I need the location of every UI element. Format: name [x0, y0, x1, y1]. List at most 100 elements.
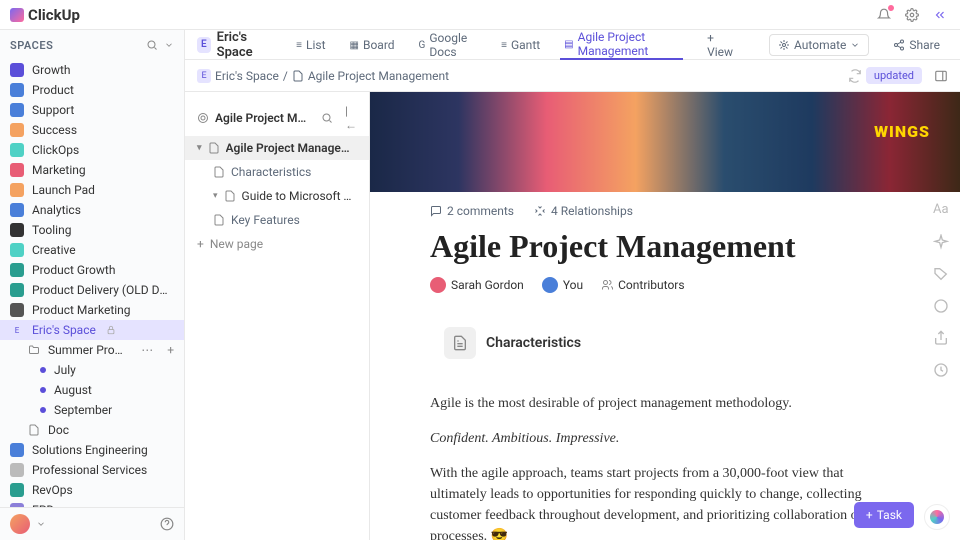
space-icon [10, 303, 24, 317]
tab-label: + View [707, 31, 733, 59]
cover-image[interactable] [370, 92, 960, 192]
page-icon [224, 190, 236, 202]
doc-tree-item[interactable]: Characteristics [185, 160, 369, 184]
sidebar-item[interactable]: Support [0, 100, 184, 120]
sidebar-item-label: Eric's Space [32, 323, 96, 337]
space-icon [10, 483, 24, 497]
sidebar-item[interactable]: Tooling [0, 220, 184, 240]
sidebar-item-erics-space[interactable]: E Eric's Space [0, 320, 184, 340]
share-button[interactable]: Share [885, 35, 948, 55]
sidebar-item[interactable]: Product Marketing [0, 300, 184, 320]
share-icon[interactable] [933, 330, 951, 348]
doc-paragraph[interactable]: Agile is the most desirable of project m… [430, 393, 900, 414]
chevron-down-icon[interactable] [36, 519, 46, 529]
sidebar-search-icon[interactable] [146, 39, 158, 51]
space-icon [10, 443, 24, 457]
doc-title[interactable]: Agile Project Management [430, 228, 900, 265]
list-label: September [54, 403, 112, 417]
sidebar-list-item[interactable]: September [0, 400, 184, 420]
settings-icon[interactable] [902, 5, 922, 25]
folder-label: Summer Projects [48, 343, 125, 357]
sidebar-item[interactable]: Creative [0, 240, 184, 260]
ai-icon[interactable] [933, 234, 951, 252]
panel-icon[interactable] [934, 69, 948, 83]
clickup-float-icon[interactable] [924, 504, 950, 530]
new-page-button[interactable]: + New page [185, 232, 369, 256]
space-icon [10, 283, 24, 297]
text-style-icon[interactable]: Aa [933, 202, 951, 220]
sidebar-item[interactable]: ClickOps [0, 140, 184, 160]
list-dot-icon [40, 407, 46, 413]
space-chip[interactable]: E Eric's Space [197, 30, 276, 60]
user-avatar[interactable] [10, 514, 30, 534]
sidebar-item[interactable]: Solutions Engineering [0, 440, 184, 460]
more-icon[interactable]: ⋯ [141, 343, 153, 357]
sidebar-folder[interactable]: Summer Projects ⋯ + [0, 340, 184, 360]
history-icon[interactable] [933, 362, 951, 380]
comments-button[interactable]: 2 comments [430, 204, 514, 218]
search-icon[interactable] [321, 112, 333, 124]
comments-label: 2 comments [447, 204, 514, 218]
doc-nav: Agile Project Management |← ▾Agile Proje… [185, 92, 370, 540]
sidebar-list-item[interactable]: August [0, 380, 184, 400]
sidebar-item[interactable]: Success [0, 120, 184, 140]
breadcrumb-space[interactable]: Eric's Space [215, 69, 279, 83]
sidebar-item[interactable]: Product Growth [0, 260, 184, 280]
help-icon[interactable] [160, 517, 174, 531]
automate-button[interactable]: Automate [769, 34, 869, 56]
sidebar-item[interactable]: Analytics [0, 200, 184, 220]
sidebar-item[interactable]: Launch Pad [0, 180, 184, 200]
page-icon [213, 214, 225, 226]
view-tab[interactable]: ≡List [292, 30, 329, 60]
sidebar-item[interactable]: Product Delivery (OLD DON'T US... [0, 280, 184, 300]
characteristics-block[interactable]: Characteristics [430, 313, 900, 373]
sidebar-doc[interactable]: Doc [0, 420, 184, 440]
doc-tree-item[interactable]: Key Features [185, 208, 369, 232]
sync-icon[interactable] [848, 69, 862, 83]
doc-nav-header: Agile Project Management |← [185, 100, 369, 136]
view-tab[interactable]: GGoogle Docs [415, 30, 482, 60]
space-icon: E [10, 323, 24, 337]
tag-icon[interactable] [933, 266, 951, 284]
doc-paragraph[interactable]: Confident. Ambitious. Impressive. [430, 428, 900, 449]
space-icon [10, 183, 24, 197]
doc-tree-item[interactable]: ▾Agile Project Management [185, 136, 369, 160]
list-label: August [54, 383, 92, 397]
tab-icon: ▤ [564, 39, 573, 50]
space-icon [10, 123, 24, 137]
plus-icon[interactable]: + [167, 343, 174, 357]
notifications-icon[interactable] [874, 5, 894, 25]
sidebar-item[interactable]: Growth [0, 60, 184, 80]
collapse-icon[interactable]: |← [345, 104, 357, 132]
doc-main: 2 comments 4 Relationships Agile Project… [370, 92, 960, 540]
app-logo[interactable]: ClickUp [10, 6, 80, 24]
contributor[interactable]: Sarah Gordon [430, 277, 524, 293]
sidebar-item[interactable]: Marketing [0, 160, 184, 180]
sidebar-item[interactable]: Professional Services [0, 460, 184, 480]
app-name: ClickUp [28, 6, 80, 24]
space-chip-icon: E [197, 37, 211, 53]
breadcrumb-page[interactable]: Agile Project Management [308, 69, 449, 83]
view-tab[interactable]: ≡Gantt [497, 30, 544, 60]
chevron-down-icon[interactable] [164, 40, 174, 50]
status-badge: updated [866, 67, 922, 84]
doc-label: Doc [48, 423, 69, 437]
view-tab[interactable]: ▦Board [346, 30, 399, 60]
view-tab[interactable]: ▤Agile Project Management [560, 30, 683, 60]
view-tab[interactable]: + View [699, 30, 737, 60]
contributor[interactable]: Contributors [601, 277, 684, 293]
relationships-button[interactable]: 4 Relationships [534, 204, 633, 218]
contributor[interactable]: You [542, 277, 583, 293]
doc-tree-item[interactable]: ▾Guide to Microsoft Teams Project... [185, 184, 369, 208]
collapse-sidebar-icon[interactable] [930, 5, 950, 25]
sidebar-item-label: ClickOps [32, 143, 79, 157]
sidebar-item[interactable]: EPD [0, 500, 184, 507]
sidebar-item[interactable]: RevOps [0, 480, 184, 500]
doc-icon [292, 70, 304, 82]
page-icon [213, 166, 225, 178]
new-task-button[interactable]: + Task [854, 502, 914, 528]
sidebar-item[interactable]: Product [0, 80, 184, 100]
doc-paragraph[interactable]: With the agile approach, teams start pro… [430, 463, 900, 540]
sidebar-list-item[interactable]: July [0, 360, 184, 380]
comment-icon[interactable] [933, 298, 951, 316]
